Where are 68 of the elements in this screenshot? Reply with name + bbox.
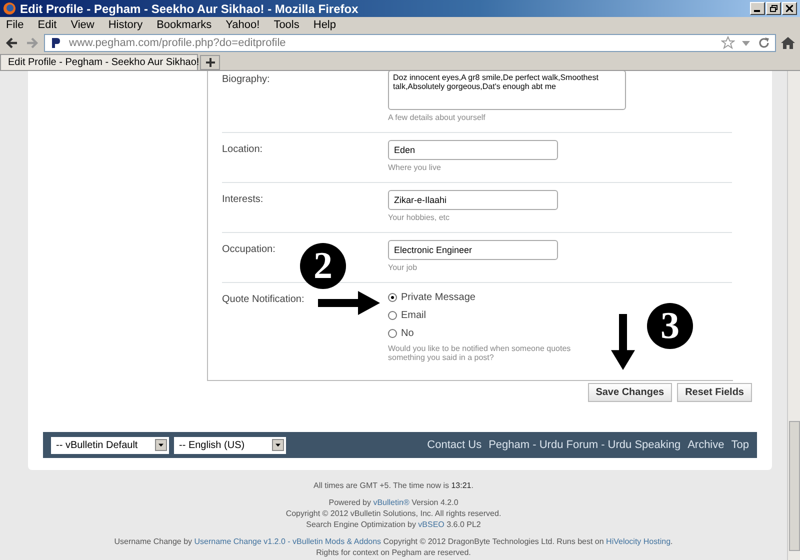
- radio-button[interactable]: [388, 329, 397, 338]
- option-label: No: [401, 328, 414, 339]
- footer-link[interactable]: Archive: [688, 439, 724, 451]
- radio-button[interactable]: [388, 293, 397, 302]
- close-button[interactable]: [782, 2, 797, 15]
- radio-button[interactable]: [388, 311, 397, 320]
- text-field[interactable]: Electronic Engineer: [388, 240, 558, 260]
- footer-link[interactable]: Contact Us: [427, 439, 482, 451]
- reload-icon[interactable]: [757, 36, 771, 50]
- field-label: Location:: [222, 144, 263, 155]
- time-note: All times are GMT +5. The time now is 13:21.: [313, 480, 474, 491]
- back-icon[interactable]: [4, 35, 20, 51]
- option-label: Private Message: [401, 292, 476, 303]
- browser-tab[interactable]: Edit Profile - Pegham - Seekho Aur Sikhao!: [0, 54, 198, 70]
- field-hint: A few details about yourself: [388, 113, 486, 122]
- form-button[interactable]: Save Changes: [588, 383, 672, 402]
- field-hint: Would you like to be notified when someone quotes something you said in a post?: [388, 344, 572, 362]
- new-tab-button[interactable]: [200, 55, 220, 70]
- dropdown-icon[interactable]: [272, 439, 284, 451]
- restore-icon: [770, 5, 778, 12]
- field-label: Occupation:: [222, 244, 276, 255]
- field-label: Interests:: [222, 194, 264, 205]
- menu-item[interactable]: Bookmarks: [156, 18, 212, 30]
- field-hint: Your job: [388, 263, 418, 272]
- footer-link[interactable]: HiVelocity Hosting: [606, 537, 671, 546]
- menu-item[interactable]: File: [6, 18, 24, 30]
- select-field[interactable]: -- English (US): [174, 436, 286, 454]
- footer-text: Rights for context on Pegham are reserved.: [316, 547, 471, 558]
- field-hint: Your hobbies, etc: [388, 213, 451, 222]
- home-icon[interactable]: [780, 35, 796, 51]
- field-label: Biography:: [222, 74, 270, 85]
- menu-item[interactable]: History: [108, 18, 143, 30]
- dropdown-icon[interactable]: [155, 439, 167, 451]
- globe-icon: [3, 2, 16, 15]
- footer-link[interactable]: Top: [731, 439, 749, 451]
- field-label: Quote Notification:: [222, 294, 304, 305]
- biography-textarea[interactable]: Doz innocent eyes,A gr8 smile,De perfect walk,Smoothest talk,Absolutely gorgeous,Dat's enough abt me: [388, 71, 626, 110]
- footer-link[interactable]: Username Change v1.2.0 - vBulletin Mods & Addons: [194, 537, 382, 546]
- scrollbar[interactable]: [787, 71, 800, 560]
- select-field[interactable]: -- vBulletin Default: [51, 436, 169, 454]
- footer-text: Search Engine Optimization by vBSEO 3.6.0 PL2: [306, 519, 481, 530]
- text-field[interactable]: Zikar-e-Ilaahi: [388, 190, 558, 210]
- window-title: Edit Profile - Pegham - Seekho Aur Sikhao! - Mozilla Firefox: [20, 2, 360, 16]
- footer-text: Powered by vBulletin® Version 4.2.0: [328, 497, 458, 508]
- menu-item[interactable]: View: [70, 18, 94, 30]
- plus-icon: [206, 58, 214, 67]
- close-icon: [786, 5, 793, 12]
- text-field[interactable]: Eden: [388, 140, 558, 160]
- footer-link[interactable]: vBSEO: [418, 520, 444, 529]
- option-label: Email: [401, 310, 426, 321]
- minimize-button[interactable]: [750, 2, 765, 15]
- restore-button[interactable]: [766, 2, 781, 15]
- menu-item[interactable]: Yahoo!: [226, 18, 260, 30]
- menu-item[interactable]: Tools: [274, 18, 300, 30]
- footer-link[interactable]: vBulletin®: [373, 498, 410, 507]
- right-arrow: [318, 291, 380, 315]
- field-hint: Where you live: [388, 163, 442, 172]
- footer-text: Username Change by Username Change v1.2.0 - vBulletin Mods & Addons Copyright © 2012 DragonByte Technologies Ltd. Runs best on HiVelocity Hosting.: [114, 536, 673, 547]
- menu-item[interactable]: Edit: [38, 18, 57, 30]
- down-arrow: [611, 314, 635, 370]
- footer-text: Copyright © 2012 vBulletin Solutions, Inc. All rights reserved.: [286, 508, 502, 519]
- site-icon: [49, 36, 63, 50]
- form-button[interactable]: Reset Fields: [677, 383, 752, 402]
- address-bar[interactable]: www.pegham.com/profile.php?do=editprofile: [44, 34, 776, 52]
- menu-item[interactable]: Help: [313, 18, 336, 30]
- footer-link[interactable]: Pegham - Urdu Forum - Urdu Speaking: [488, 439, 681, 451]
- star-icon[interactable]: [721, 36, 735, 50]
- scrollbar-thumb[interactable]: [788, 421, 800, 551]
